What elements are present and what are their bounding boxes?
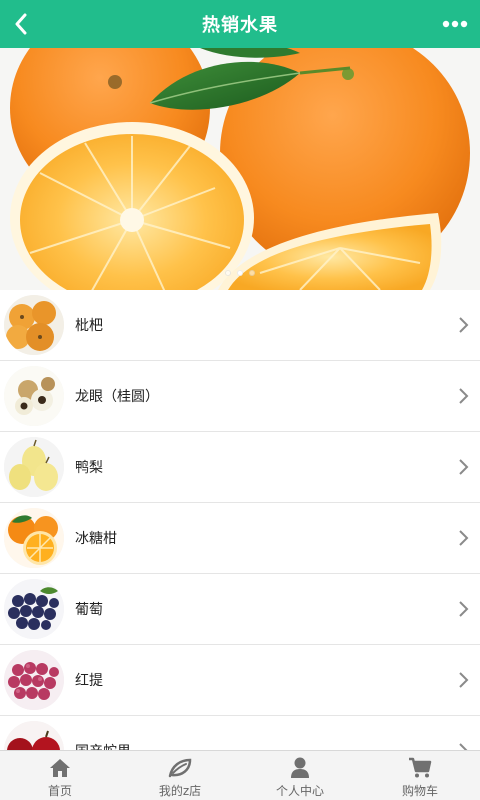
apple-thumbnail	[4, 721, 64, 750]
product-name: 枇杷	[75, 318, 103, 334]
product-name: 葡萄	[75, 602, 103, 618]
banner-image	[0, 48, 480, 290]
bottom-tab-bar: 首页 我的z店 个人中心 购物车	[0, 750, 480, 800]
tab-label: 购物车	[401, 784, 438, 798]
chevron-right-icon	[459, 743, 468, 750]
back-button[interactable]	[6, 8, 36, 40]
tab-my-store[interactable]: 我的z店	[120, 751, 240, 800]
tab-label: 我的z店	[158, 784, 202, 798]
list-item-apple[interactable]: 国产蛇果	[0, 716, 480, 750]
product-list: 枇杷 龙眼（桂圆） 鸭梨 冰糖柑 葡萄 红提	[0, 290, 480, 750]
product-name: 红提	[75, 673, 103, 689]
chevron-right-icon	[459, 530, 469, 546]
carousel-indicator	[0, 270, 480, 276]
list-item-pear[interactable]: 鸭梨	[0, 432, 480, 503]
loquat-thumbnail	[4, 295, 64, 355]
grape-thumbnail	[4, 579, 64, 639]
carousel-dot[interactable]	[249, 270, 255, 276]
product-name: 国产蛇果	[75, 741, 131, 750]
tab-label: 首页	[47, 784, 72, 798]
chevron-right-icon	[459, 601, 469, 617]
list-item-longan[interactable]: 龙眼（桂圆）	[0, 361, 480, 432]
list-item-loquat[interactable]: 枇杷	[0, 290, 480, 361]
home-icon	[48, 757, 72, 779]
chevron-right-icon	[459, 388, 469, 404]
chevron-right-icon	[459, 317, 469, 333]
mandarin-thumbnail	[4, 508, 64, 568]
cart-icon	[408, 757, 432, 779]
chevron-right-icon	[459, 672, 469, 688]
tab-home[interactable]: 首页	[0, 751, 120, 800]
back-chevron-icon	[15, 13, 27, 35]
chevron-right-icon	[459, 459, 469, 475]
banner-carousel[interactable]	[0, 48, 480, 290]
app-header: 热销水果	[0, 0, 480, 48]
product-name: 龙眼（桂圆）	[75, 389, 159, 405]
page-title: 热销水果	[202, 15, 278, 36]
list-item-mandarin[interactable]: 冰糖柑	[0, 503, 480, 574]
carousel-dot[interactable]	[225, 270, 231, 276]
tab-cart[interactable]: 购物车	[360, 751, 480, 800]
list-item-grape[interactable]: 葡萄	[0, 574, 480, 645]
list-item-red-grape[interactable]: 红提	[0, 645, 480, 716]
product-name: 冰糖柑	[75, 531, 117, 547]
product-name: 鸭梨	[75, 460, 103, 476]
red-grape-thumbnail	[4, 650, 64, 710]
carousel-dot-active[interactable]	[237, 270, 243, 276]
person-icon	[288, 757, 312, 779]
tab-label: 个人中心	[275, 784, 324, 798]
more-dots-icon	[442, 20, 468, 28]
longan-thumbnail	[4, 366, 64, 426]
pear-thumbnail	[4, 437, 64, 497]
leaf-icon	[168, 757, 192, 779]
more-button[interactable]	[440, 10, 470, 38]
tab-profile[interactable]: 个人中心	[240, 751, 360, 800]
